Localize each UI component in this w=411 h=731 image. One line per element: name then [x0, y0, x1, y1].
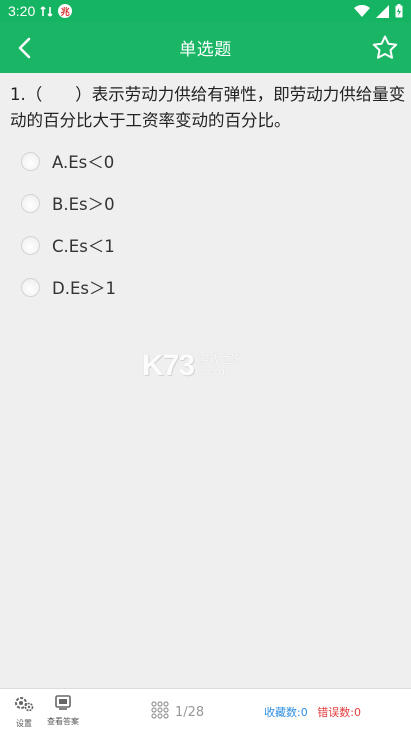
- option-label: A.Es＜0: [52, 153, 115, 172]
- answer-card-icon: [54, 695, 72, 715]
- radio-button-icon[interactable]: [21, 277, 40, 297]
- favorites-count: 收藏数:0: [264, 706, 308, 719]
- option-a[interactable]: A.Es＜0: [0, 140, 411, 182]
- status-time: 3:20: [8, 3, 36, 19]
- option-label: D.Es＞1: [52, 279, 116, 298]
- view-answer-button[interactable]: 查看答案: [47, 695, 79, 727]
- option-list: A.Es＜0 B.Es＞0 C.Es＜1 D.Es＞1: [0, 140, 411, 308]
- radio-button-icon[interactable]: [21, 193, 40, 213]
- option-c[interactable]: C.Es＜1: [0, 224, 411, 266]
- radio-button-icon[interactable]: [21, 151, 40, 171]
- option-label: B.Es＞0: [52, 195, 115, 214]
- watermark-brand: K73: [142, 349, 195, 382]
- option-label: C.Es＜1: [52, 237, 115, 256]
- battery-icon: [395, 4, 403, 18]
- status-bar: 3:20 兆: [0, 0, 411, 22]
- question-text: 1.（ ）表示劳动力供给有弹性，即劳动力供给量变动的百分比大于工资率变动的百分比…: [10, 85, 406, 130]
- chevron-left-icon[interactable]: [12, 35, 38, 61]
- watermark-logo: K73 游戏之家 .com: [142, 348, 272, 384]
- bottom-toolbar: 设置 查看答案 1/28 收藏数:0 错误数:0: [0, 688, 411, 731]
- signal-icon: [376, 4, 389, 18]
- stats: 收藏数:0 错误数:0: [264, 704, 361, 720]
- progress-text: 1/28: [175, 704, 205, 720]
- star-outline-icon[interactable]: [371, 34, 399, 62]
- wifi-icon: [354, 4, 370, 18]
- settings-button[interactable]: 设置: [12, 695, 36, 729]
- app-bar: 单选题: [0, 22, 411, 73]
- option-b[interactable]: B.Es＞0: [0, 182, 411, 224]
- settings-label: 设置: [16, 719, 32, 728]
- grid-icon: [151, 701, 169, 723]
- notification-badge-icon: 兆: [58, 4, 73, 18]
- page-title: 单选题: [179, 40, 232, 60]
- view-answer-label: 查看答案: [47, 717, 79, 726]
- gear-icon: [13, 695, 35, 717]
- watermark-domain: .com: [198, 365, 226, 378]
- option-d[interactable]: D.Es＞1: [0, 266, 411, 308]
- radio-button-icon[interactable]: [21, 235, 40, 255]
- data-sync-icon: [40, 5, 53, 18]
- question-progress[interactable]: 1/28: [151, 701, 204, 723]
- errors-count: 错误数:0: [317, 706, 361, 719]
